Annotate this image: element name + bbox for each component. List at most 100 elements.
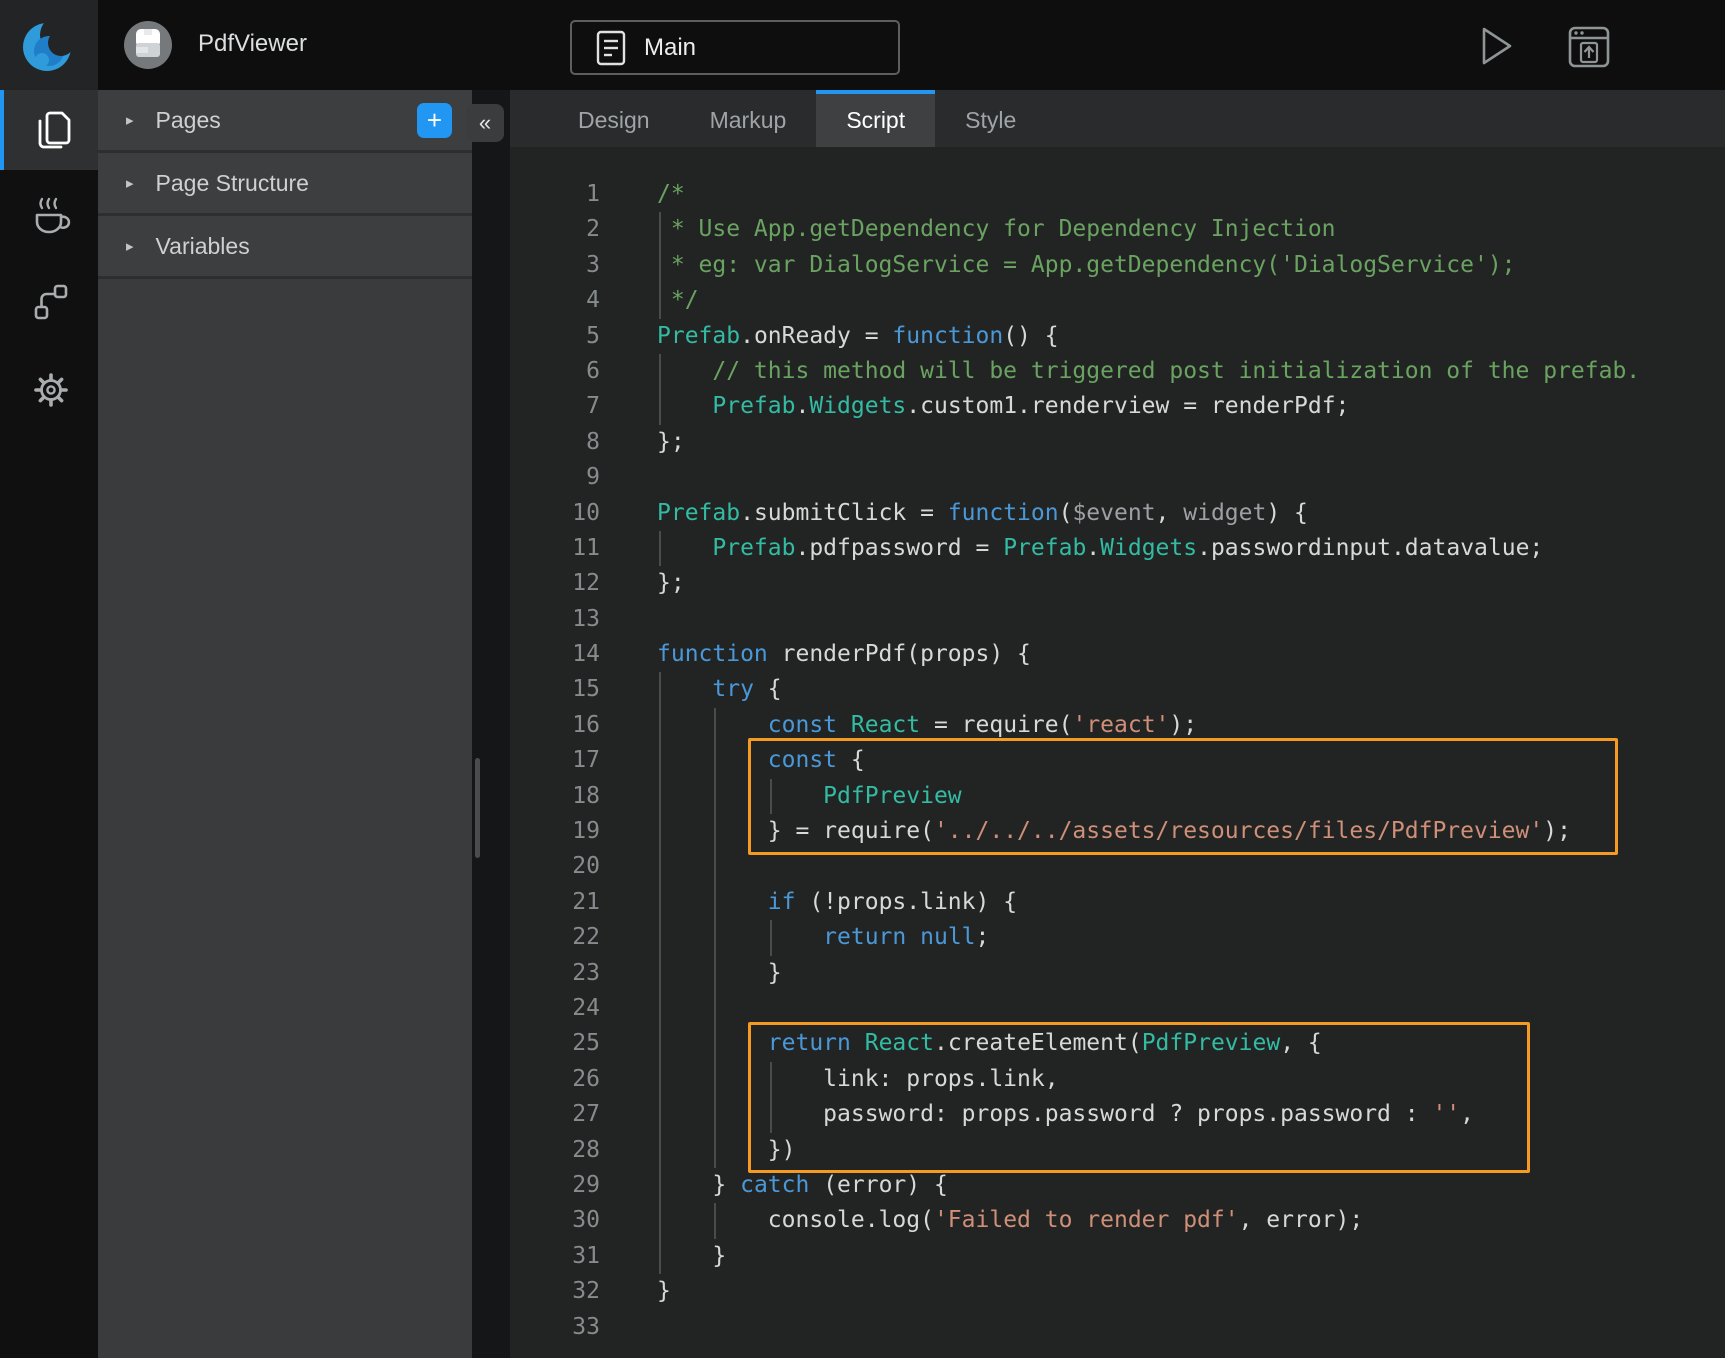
wavemaker-studio: PdfViewer Main ▸Pages+▸Page S: [0, 0, 1725, 1358]
code-line: 3 * eg: var DialogService = App.getDepen…: [510, 248, 1725, 283]
indent-guide: [659, 991, 661, 1026]
indent-guide: [770, 1062, 772, 1097]
indent-guide: [659, 956, 661, 991]
line-number: 11: [510, 531, 600, 566]
indent-guide: [659, 531, 661, 566]
workspace: ▸ Pages+ ▸Page Structure▸Variables « Desig…: [0, 90, 1725, 1358]
tab-design[interactable]: Design: [548, 90, 680, 147]
indent-guide: [659, 1239, 661, 1274]
section-label: Pages: [156, 107, 417, 134]
line-number: 12: [510, 566, 600, 601]
indent-guide: [659, 1026, 661, 1061]
app-title: PdfViewer: [198, 30, 307, 58]
code-line: 18 PdfPreview: [510, 779, 1725, 814]
panel-scrollbar-thumb[interactable]: [475, 758, 480, 858]
indent-guide: [659, 743, 661, 778]
panel-section-variables[interactable]: ▸Variables: [98, 216, 472, 279]
gear-icon: [28, 367, 74, 413]
code-editor[interactable]: 1/*2 * Use App.getDependency for Depende…: [510, 147, 1725, 1358]
line-number: 4: [510, 283, 600, 318]
panel-section-page-structure[interactable]: ▸Page Structure: [98, 153, 472, 216]
indent-guide: [659, 672, 661, 707]
rail-item-java-services[interactable]: [0, 170, 98, 258]
line-number: 14: [510, 637, 600, 672]
run-button[interactable]: [1480, 26, 1514, 66]
line-number: 27: [510, 1097, 600, 1132]
rail-item-settings[interactable]: [0, 346, 98, 434]
code-line: 19 } = require('../../../assets/resource…: [510, 814, 1725, 849]
indent-guide: [659, 1168, 661, 1203]
line-number: 3: [510, 248, 600, 283]
indent-guide: [714, 743, 716, 778]
indent-guide: [714, 1203, 716, 1238]
preview-window-button[interactable]: [1568, 26, 1610, 68]
panel-section-pages[interactable]: ▸ Pages+: [98, 90, 472, 153]
code-line: 31 }: [510, 1239, 1725, 1274]
wavemaker-logo[interactable]: [0, 0, 98, 90]
indent-guide: [659, 708, 661, 743]
code-line: 33: [510, 1310, 1725, 1345]
add-page-button[interactable]: +: [417, 103, 452, 138]
line-number: 13: [510, 602, 600, 637]
code-line: 9: [510, 460, 1725, 495]
pages-panel: ▸ Pages+ ▸Page Structure▸Variables: [98, 90, 472, 1358]
document-icon: [596, 30, 626, 66]
tab-markup[interactable]: Markup: [680, 90, 817, 147]
code-line: 13: [510, 602, 1725, 637]
indent-guide: [659, 885, 661, 920]
line-number: 30: [510, 1203, 600, 1238]
line-number: 9: [510, 460, 600, 495]
indent-guide: [770, 920, 772, 955]
prefab-avatar: [122, 19, 174, 71]
line-number: 6: [510, 354, 600, 389]
rail-item-bindings[interactable]: [0, 258, 98, 346]
line-number: 24: [510, 991, 600, 1026]
indent-guide: [714, 885, 716, 920]
indent-guide: [659, 1133, 661, 1168]
line-number: 31: [510, 1239, 600, 1274]
page-selector[interactable]: Main: [570, 20, 900, 75]
line-number: 19: [510, 814, 600, 849]
pages-icon: [28, 107, 74, 153]
panel-sections: ▸ Pages+ ▸Page Structure▸Variables: [98, 90, 472, 279]
coffee-cup-icon: [28, 191, 74, 237]
indent-guide: [659, 389, 661, 424]
code-line: 28 }): [510, 1133, 1725, 1168]
code-line: 16 const React = require('react');: [510, 708, 1725, 743]
tab-style[interactable]: Style: [935, 90, 1046, 147]
main-area: DesignMarkupScriptStyle 1/*2 * Use App.g…: [510, 90, 1725, 1358]
indent-guide: [770, 779, 772, 814]
line-number: 28: [510, 1133, 600, 1168]
code-line: 32}: [510, 1274, 1725, 1309]
indent-guide: [659, 814, 661, 849]
indent-guide: [714, 1062, 716, 1097]
code-line: 21 if (!props.link) {: [510, 885, 1725, 920]
rail-item-pages[interactable]: [0, 90, 98, 170]
indent-guide: [714, 814, 716, 849]
code-line: 29 } catch (error) {: [510, 1168, 1725, 1203]
line-number: 32: [510, 1274, 600, 1309]
indent-guide: [714, 956, 716, 991]
collapse-panel-button[interactable]: «: [466, 104, 504, 142]
code-line: 4 */: [510, 283, 1725, 318]
code-line: 7 Prefab.Widgets.custom1.renderview = re…: [510, 389, 1725, 424]
code-line: 5Prefab.onReady = function() {: [510, 319, 1725, 354]
indent-guide: [659, 1203, 661, 1238]
connector-icon: [28, 279, 74, 325]
indent-guide: [659, 248, 661, 283]
caret-right-icon: ▸: [126, 111, 134, 129]
code-line: 26 link: props.link,: [510, 1062, 1725, 1097]
caret-right-icon: ▸: [126, 237, 134, 255]
line-number: 8: [510, 425, 600, 460]
tab-script[interactable]: Script: [816, 90, 935, 147]
top-bar: PdfViewer Main: [0, 0, 1725, 90]
caret-right-icon: ▸: [126, 174, 134, 192]
panel-resizer[interactable]: «: [472, 90, 510, 1358]
code-line: 27 password: props.password ? props.pass…: [510, 1097, 1725, 1132]
code-line: 11 Prefab.pdfpassword = Prefab.Widgets.p…: [510, 531, 1725, 566]
line-number: 7: [510, 389, 600, 424]
line-number: 16: [510, 708, 600, 743]
code-line: 24: [510, 991, 1725, 1026]
indent-guide: [714, 920, 716, 955]
code-line: 8};: [510, 425, 1725, 460]
